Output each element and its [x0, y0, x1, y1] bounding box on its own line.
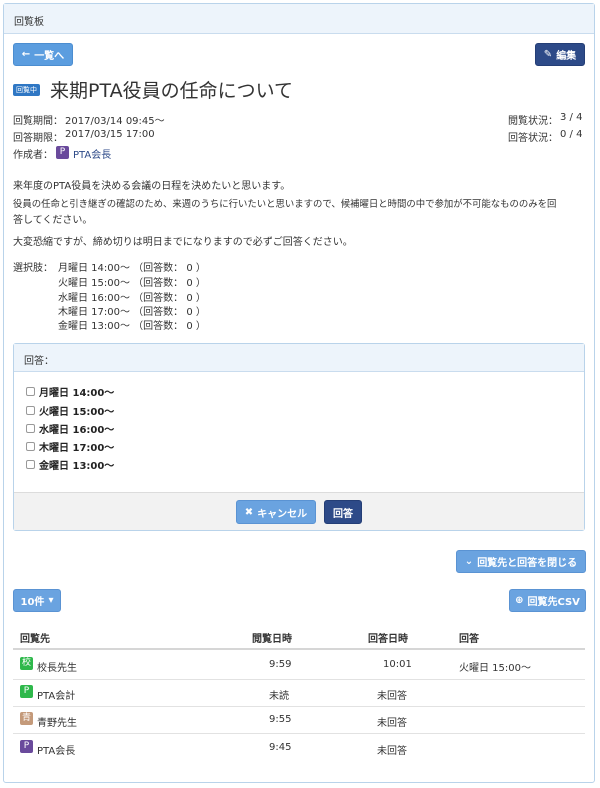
checkbox[interactable]: [26, 460, 35, 469]
answered-time: 未回答: [377, 746, 407, 757]
answer-option-wednesday[interactable]: 水曜日 16:00〜: [26, 421, 114, 436]
choice-summary: 木曜日 17:00〜 （回答数： 0 ）: [58, 307, 206, 318]
chevron-down-icon: ⌄: [464, 556, 474, 567]
body-paragraph-3: 大変恐縮ですが、締め切りは明日までになりますので必ずご回答ください。: [13, 237, 353, 248]
close-recipients-label: 回覧先と回答を閉じる: [477, 558, 578, 569]
download-icon: ⊕: [515, 595, 524, 606]
answer-value: 火曜日 15:00〜: [459, 663, 531, 674]
column-header-answer: 回答: [459, 634, 479, 645]
checkbox[interactable]: [26, 387, 35, 396]
page-title: 来期PTA役員の任命について: [50, 80, 294, 102]
answer-option-tuesday[interactable]: 火曜日 15:00〜: [26, 403, 114, 418]
panel-title: 回覧板: [14, 17, 44, 28]
viewed-time: 9:45: [269, 742, 292, 753]
answered-time: 未回答: [377, 691, 407, 702]
page-size-dropdown[interactable]: 10件 ▾: [13, 589, 61, 612]
column-header-viewed: 閲覧日時: [252, 634, 292, 645]
answer-option-label: 月曜日 14:00〜: [39, 388, 115, 399]
choice-summary: 火曜日 15:00〜 （回答数： 0 ）: [58, 278, 206, 289]
viewed-time: 未読: [269, 691, 289, 702]
close-recipients-button[interactable]: ⌄ 回覧先と回答を閉じる: [456, 550, 586, 573]
author-label: 作成者：: [13, 150, 53, 161]
table-header-divider: [13, 648, 585, 650]
answer-form-title: 回答：: [24, 356, 54, 367]
page-size-label: 10件: [20, 597, 45, 608]
recipient-avatar: P: [20, 685, 33, 698]
recipient-name[interactable]: PTA会長: [37, 742, 75, 757]
deadline-value: 2017/03/15 17:00: [65, 129, 155, 140]
body-paragraph-2b: 答してください。: [13, 215, 93, 226]
row-divider: [13, 679, 585, 680]
back-to-list-button[interactable]: ← 一覧へ: [13, 43, 73, 66]
choice-summary: 月曜日 14:00〜 （回答数： 0 ）: [58, 263, 206, 274]
cancel-button-label: キャンセル: [257, 508, 308, 520]
csv-button-label: 回覧先CSV: [527, 597, 580, 608]
recipient-avatar: 青: [20, 712, 33, 725]
row-divider: [13, 706, 585, 707]
choice-summary: 水曜日 16:00〜 （回答数： 0 ）: [58, 293, 206, 304]
view-status-value: 3 / 4: [560, 112, 583, 123]
cancel-button[interactable]: ✖ キャンセル: [236, 500, 316, 524]
recipient-name[interactable]: PTA会計: [37, 687, 75, 702]
csv-download-button[interactable]: ⊕ 回覧先CSV: [509, 589, 586, 612]
edit-icon: ✎: [543, 49, 553, 60]
recipient-avatar: P: [20, 740, 33, 753]
recipient-name[interactable]: 青野先生: [37, 714, 77, 729]
edit-button[interactable]: ✎ 編集: [535, 43, 585, 66]
status-badge: 回覧中: [13, 84, 40, 96]
arrow-left-icon: ←: [21, 49, 31, 60]
back-button-label: 一覧へ: [34, 51, 65, 62]
recipient-name[interactable]: 校長先生: [37, 659, 77, 674]
submit-button-label: 回答: [333, 508, 353, 520]
caret-down-icon: ▾: [48, 595, 54, 606]
answer-form-header: 回答：: [14, 344, 584, 372]
answered-time: 10:01: [383, 659, 412, 670]
choices-label: 選択肢：: [13, 263, 53, 274]
answer-option-thursday[interactable]: 木曜日 17:00〜: [26, 439, 114, 454]
answer-option-label: 木曜日 17:00〜: [39, 443, 115, 454]
answer-status-value: 0 / 4: [560, 129, 583, 140]
checkbox[interactable]: [26, 442, 35, 451]
deadline-label: 回答期限：: [13, 133, 63, 144]
recipient-avatar: 校: [20, 657, 33, 670]
checkbox[interactable]: [26, 424, 35, 433]
edit-button-label: 編集: [556, 51, 577, 62]
column-header-recipient: 回覧先: [20, 634, 50, 645]
close-icon: ✖: [244, 506, 254, 518]
checkbox[interactable]: [26, 406, 35, 415]
answer-status-label: 回答状況：: [508, 133, 558, 144]
column-header-answered: 回答日時: [368, 634, 408, 645]
row-divider: [13, 733, 585, 734]
answer-option-label: 金曜日 13:00〜: [39, 461, 115, 472]
author-name[interactable]: PTA会長: [73, 146, 111, 161]
panel-header: 回覧板: [4, 4, 594, 34]
viewed-time: 9:55: [269, 714, 292, 725]
choice-summary: 金曜日 13:00〜 （回答数： 0 ）: [58, 321, 206, 332]
body-paragraph-1: 来年度のPTA役員を決める会議の日程を決めたいと思います。: [13, 181, 291, 192]
answer-option-monday[interactable]: 月曜日 14:00〜: [26, 384, 114, 399]
author-avatar: P: [56, 146, 69, 159]
view-status-label: 閲覧状況：: [508, 116, 558, 127]
answer-option-label: 水曜日 16:00〜: [39, 425, 115, 436]
period-label: 回覧期間：: [13, 116, 63, 127]
body-paragraph-2a: 役員の任命と引き継ぎの確認のため、来週のうちに行いたいと思いますので、候補曜日と…: [13, 199, 557, 210]
answered-time: 未回答: [377, 718, 407, 729]
viewed-time: 9:59: [269, 659, 292, 670]
submit-answer-button[interactable]: 回答: [324, 500, 362, 524]
answer-option-label: 火曜日 15:00〜: [39, 407, 115, 418]
answer-option-friday[interactable]: 金曜日 13:00〜: [26, 457, 114, 472]
period-value: 2017/03/14 09:45〜: [65, 116, 165, 127]
